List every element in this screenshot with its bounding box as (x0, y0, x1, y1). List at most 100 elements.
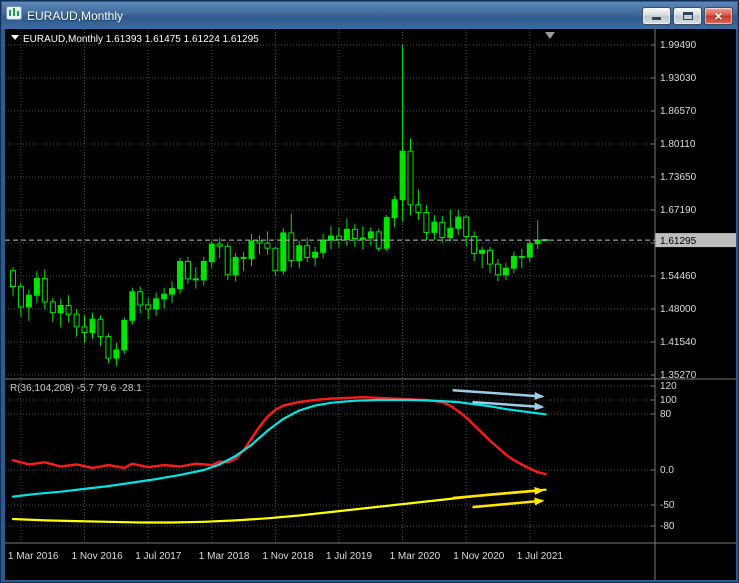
candle-body (343, 228, 350, 241)
candle-body (137, 291, 144, 306)
candle-body (25, 294, 32, 308)
price-axis-label: 1.99490 (660, 40, 697, 51)
candle-body (57, 305, 64, 314)
candle-body (169, 288, 175, 295)
candle-body (145, 304, 152, 310)
candle-body (367, 231, 374, 239)
candle-body (232, 256, 239, 276)
candle-body (73, 313, 80, 328)
restore-icon (682, 11, 693, 20)
candle-body (49, 301, 56, 314)
candle-body (161, 293, 168, 300)
candle-body (534, 239, 541, 245)
candle-body (41, 277, 48, 303)
candle-body (113, 349, 120, 359)
candle-body (33, 277, 40, 296)
candle-body (320, 239, 327, 253)
candle-body (335, 235, 342, 241)
candle-body (10, 270, 16, 287)
price-axis-label: 1.48000 (660, 304, 697, 315)
time-axis-label: 1 Nov 2020 (453, 551, 505, 562)
candle-body (129, 291, 136, 321)
candle-body (510, 255, 517, 269)
candle-body (383, 217, 390, 249)
candle-body (526, 243, 533, 258)
candle-body (304, 245, 311, 258)
time-axis-label: 1 Jul 2017 (135, 551, 182, 562)
restore-button[interactable] (673, 6, 702, 25)
candle-body (65, 305, 72, 315)
candle-body (455, 216, 462, 229)
candle-body (121, 319, 128, 351)
candle-body (328, 235, 334, 241)
candle-body (224, 245, 231, 276)
minimize-icon (652, 16, 661, 20)
candle-body (240, 256, 247, 259)
time-axis-label: 1 Mar 2018 (199, 551, 250, 562)
window-title: EURAUD,Monthly (27, 8, 124, 23)
indicator-axis-label: 120 (660, 381, 677, 392)
candle-body (17, 286, 24, 308)
window-controls: × (642, 6, 733, 25)
price-axis-label: 1.80110 (660, 139, 696, 150)
candle-body (105, 336, 112, 359)
candle-body (447, 227, 454, 239)
indicator-axis-label: -50 (660, 500, 675, 511)
indicator-axis-label: -80 (660, 521, 675, 532)
close-icon: × (714, 7, 723, 24)
close-button[interactable]: × (704, 6, 733, 25)
candle-body (248, 240, 255, 260)
price-axis-label: 1.93030 (660, 73, 697, 84)
indicator-label: R(36,104,208) -5.7 79.6 -28.1 (10, 383, 142, 394)
time-axis-label: 1 Jul 2021 (517, 551, 564, 562)
indicator-axis-label: 0.0 (660, 465, 674, 476)
indicator-axis-label: 100 (660, 395, 677, 406)
time-axis-label: 1 Jul 2019 (326, 551, 373, 562)
candle-body (192, 278, 199, 281)
chart-canvas[interactable]: 1.99490 1.93030 1.86570 1.80110 1.73650 1.671… (5, 29, 736, 580)
candle-body (415, 204, 422, 214)
candle-body (200, 261, 207, 281)
candle-body (97, 318, 104, 338)
candle-body (391, 199, 398, 219)
price-axis-label: 1.86570 (660, 106, 697, 117)
candle-body (407, 150, 414, 206)
candlestick-chart-icon (6, 6, 22, 25)
minimize-button[interactable] (642, 6, 671, 25)
price-axis-label: 1.67190 (660, 205, 697, 216)
candle-body (256, 240, 263, 244)
candle-body (399, 150, 406, 201)
chart-background (5, 29, 736, 580)
candle-body (487, 249, 493, 265)
candle-body (153, 298, 160, 310)
candle-body (208, 243, 215, 263)
current-price-label: 1.61295 (660, 236, 697, 247)
candle-body (502, 267, 509, 276)
candle-body (288, 232, 295, 261)
time-axis-label: 1 Nov 2018 (262, 551, 314, 562)
title-bar[interactable]: EURAUD,Monthly × (2, 2, 737, 29)
candle-body (264, 242, 271, 249)
candle-body (351, 228, 358, 240)
chart-client-area[interactable]: 1.99490 1.93030 1.86570 1.80110 1.73650 1.671… (5, 29, 736, 580)
chart-ohlc-label: EURAUD,Monthly 1.61393 1.61475 1.61224 1… (23, 34, 259, 45)
candle-body (494, 263, 501, 276)
price-axis-label: 1.41540 (660, 337, 697, 348)
price-axis-label: 1.73650 (660, 172, 697, 183)
candle-body (296, 245, 303, 261)
candle-body (359, 237, 366, 240)
candle-body (518, 255, 525, 258)
candle-body (272, 247, 279, 272)
candle-body (177, 261, 183, 290)
candle-body (439, 221, 446, 238)
candle-body (431, 221, 438, 233)
candle-body (216, 243, 223, 247)
candle-body (280, 232, 287, 272)
candle-body (463, 216, 470, 238)
candle-body (89, 318, 96, 334)
price-axis-label: 1.54460 (660, 271, 697, 282)
candle-body (479, 249, 486, 254)
indicator-axis-label: 80 (660, 409, 672, 420)
time-axis-label: 1 Mar 2016 (8, 551, 59, 562)
candle-body (312, 251, 319, 258)
